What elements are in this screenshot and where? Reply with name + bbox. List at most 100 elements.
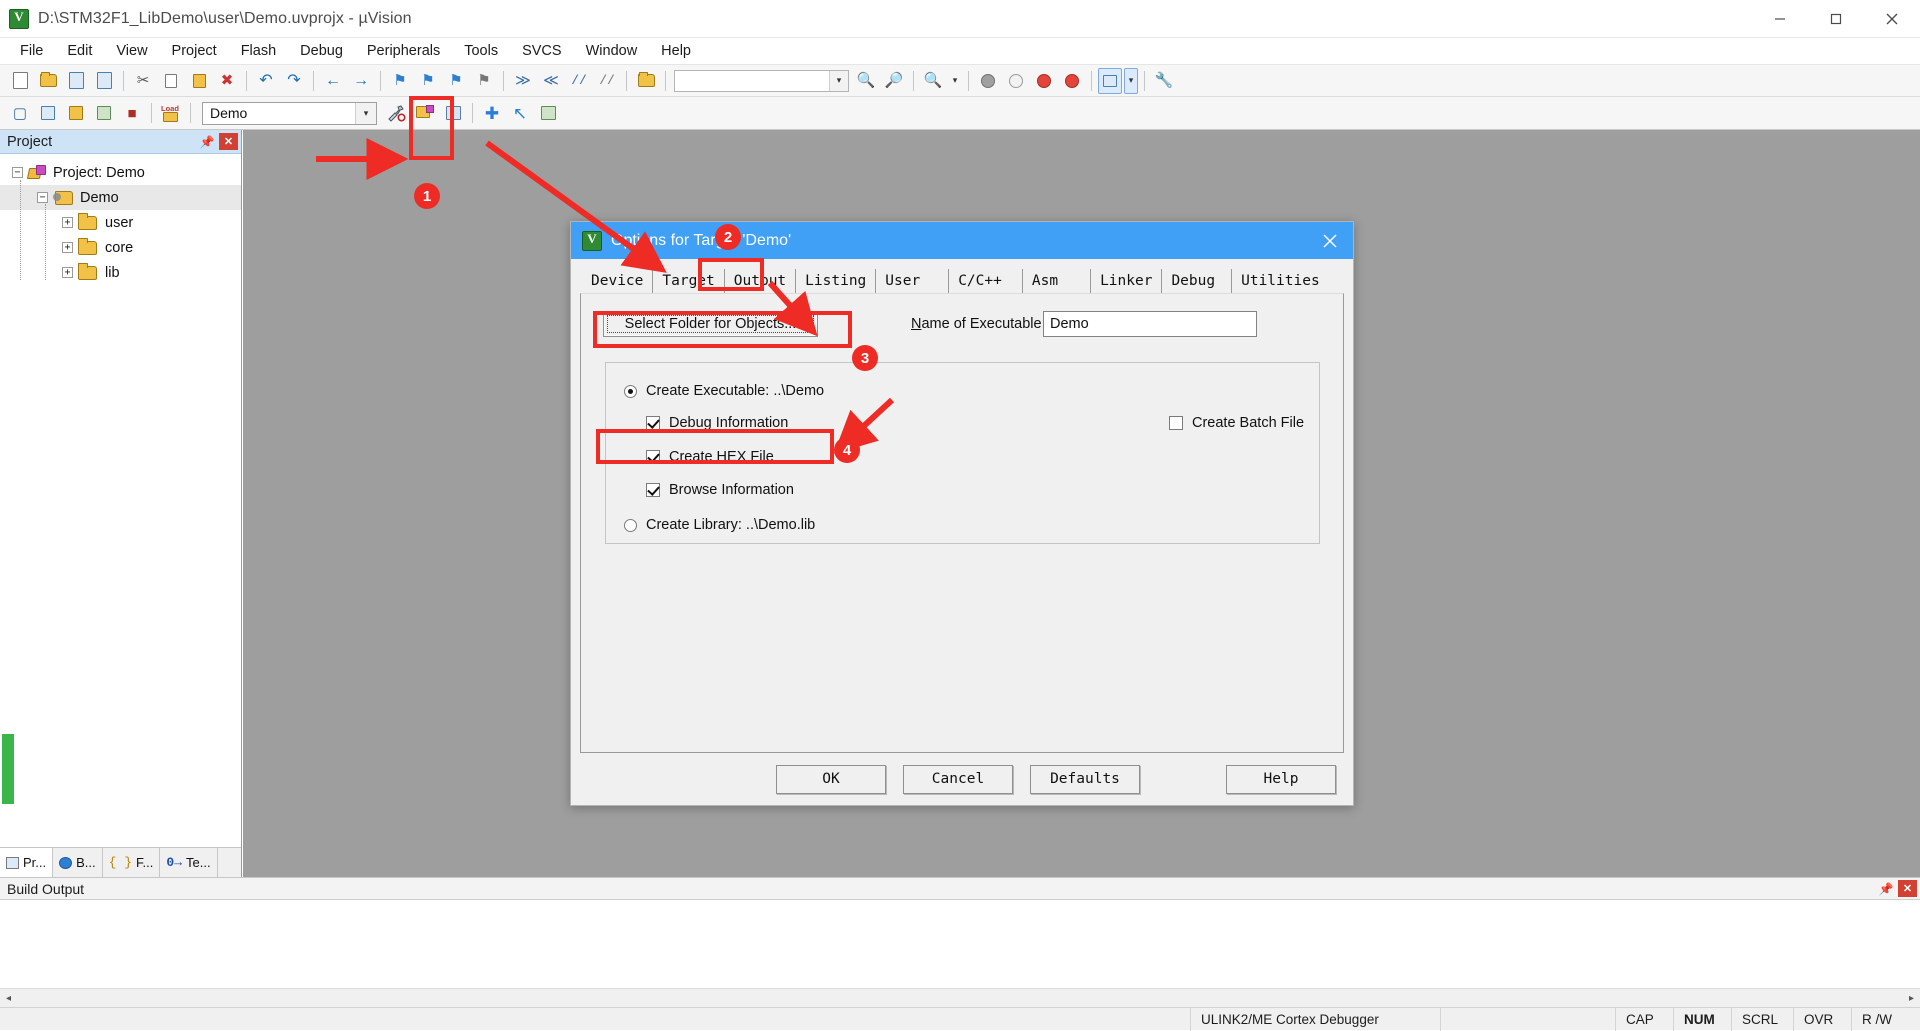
menu-view[interactable]: View: [104, 40, 159, 62]
manage-run-time-env-icon[interactable]: [440, 100, 466, 126]
indent-icon[interactable]: ≫: [510, 68, 536, 94]
dialog-close-button[interactable]: [1307, 222, 1353, 259]
configure-icon[interactable]: 🔧: [1151, 68, 1177, 94]
tab-asm[interactable]: Asm: [1022, 269, 1092, 294]
maximize-button[interactable]: [1808, 0, 1864, 38]
redo-icon[interactable]: ↷: [281, 68, 307, 94]
move-up-icon[interactable]: ↖: [507, 100, 533, 126]
batch-build-icon[interactable]: [91, 100, 117, 126]
translate-file-icon[interactable]: ▢: [7, 100, 33, 126]
navigate-forward-icon[interactable]: →: [348, 68, 374, 94]
rebuild-all-icon[interactable]: [63, 100, 89, 126]
defaults-button[interactable]: Defaults: [1030, 764, 1140, 794]
tree-node-group-user[interactable]: + user: [0, 210, 241, 235]
menu-tools[interactable]: Tools: [452, 40, 510, 62]
open-folder-icon[interactable]: [633, 68, 659, 94]
tab-project[interactable]: Pr...: [0, 848, 54, 877]
close-icon[interactable]: ✕: [1898, 880, 1917, 897]
tree-expander-icon[interactable]: +: [62, 242, 73, 253]
breakpoint-remove-icon[interactable]: [1003, 68, 1029, 94]
breakpoint-kill-all-icon[interactable]: [1059, 68, 1085, 94]
bookmark-clear-icon[interactable]: ⚑: [471, 68, 497, 94]
select-folder-for-objects-button[interactable]: Select Folder for Objects...: [603, 311, 818, 337]
download-to-flash-icon[interactable]: Load: [158, 100, 184, 126]
new-file-icon[interactable]: [7, 68, 33, 94]
bookmark-toggle-icon[interactable]: ⚑: [387, 68, 413, 94]
build-output-hscrollbar[interactable]: ◂ ▸: [0, 988, 1920, 1007]
create-hex-file-checkbox[interactable]: Create HEX File: [646, 449, 774, 465]
name-of-executable-input[interactable]: Demo: [1043, 311, 1257, 337]
save-all-icon[interactable]: [91, 68, 117, 94]
find-combo[interactable]: ▾: [674, 69, 849, 92]
tree-node-target[interactable]: − Demo: [0, 185, 241, 210]
delete-icon[interactable]: ✖: [214, 68, 240, 94]
close-icon[interactable]: ✕: [219, 133, 238, 150]
create-executable-radio[interactable]: Create Executable: ..\Demo: [624, 383, 824, 399]
tree-expander-icon[interactable]: −: [12, 167, 23, 178]
tree-expander-icon[interactable]: −: [37, 192, 48, 203]
tab-debug[interactable]: Debug: [1162, 269, 1233, 294]
window-layout-icon[interactable]: [1098, 67, 1122, 94]
breakpoint-insert-icon[interactable]: [975, 68, 1001, 94]
minimize-button[interactable]: [1752, 0, 1808, 38]
bookmark-next-icon[interactable]: ⚑: [443, 68, 469, 94]
build-target-icon[interactable]: [35, 100, 61, 126]
chevron-down-icon[interactable]: ▾: [829, 70, 848, 91]
tab-linker[interactable]: Linker: [1091, 269, 1163, 294]
project-panel-scrollbar-thumb[interactable]: [2, 734, 14, 804]
tree-node-group-core[interactable]: + core: [0, 235, 241, 260]
menu-flash[interactable]: Flash: [229, 40, 288, 62]
cut-icon[interactable]: ✂: [130, 68, 156, 94]
tab-listing[interactable]: Listing: [796, 269, 877, 294]
close-button[interactable]: [1864, 0, 1920, 38]
menu-edit[interactable]: Edit: [55, 40, 104, 62]
paste-icon[interactable]: [186, 68, 212, 94]
menu-peripherals[interactable]: Peripherals: [355, 40, 452, 62]
save-icon[interactable]: [63, 68, 89, 94]
pin-icon[interactable]: 📌: [1876, 879, 1896, 898]
comment-icon[interactable]: //: [566, 68, 592, 94]
menu-file[interactable]: File: [8, 40, 55, 62]
pin-icon[interactable]: 📌: [197, 132, 217, 151]
help-button[interactable]: Help: [1226, 764, 1336, 794]
navigate-back-icon[interactable]: ←: [320, 68, 346, 94]
uncomment-icon[interactable]: //: [594, 68, 620, 94]
undo-icon[interactable]: ↶: [253, 68, 279, 94]
tree-node-group-lib[interactable]: + lib: [0, 260, 241, 285]
scroll-left-icon[interactable]: ◂: [0, 993, 17, 1004]
find-in-files-icon[interactable]: 🔍: [853, 68, 879, 94]
stop-build-icon[interactable]: ■: [119, 100, 145, 126]
tab-utilities[interactable]: Utilities: [1232, 269, 1329, 294]
tab-templates[interactable]: 0→ Te...: [160, 848, 218, 877]
tab-cpp[interactable]: C/C++: [949, 269, 1023, 294]
project-tree[interactable]: − Project: Demo − Demo + user + core + l…: [0, 154, 241, 847]
tree-node-project[interactable]: − Project: Demo: [0, 160, 241, 185]
open-file-icon[interactable]: [35, 68, 61, 94]
package-installer-icon[interactable]: [535, 100, 561, 126]
breakpoint-disable-icon[interactable]: [1031, 68, 1057, 94]
tab-target[interactable]: Target: [653, 269, 725, 294]
create-batch-file-checkbox[interactable]: Create Batch File: [1169, 415, 1304, 431]
menu-debug[interactable]: Debug: [288, 40, 355, 62]
copy-icon[interactable]: [158, 68, 184, 94]
menu-svcs[interactable]: SVCS: [510, 40, 574, 62]
incremental-find-icon[interactable]: 🔎: [881, 68, 907, 94]
menu-window[interactable]: Window: [574, 40, 650, 62]
tab-device[interactable]: Device: [582, 269, 654, 294]
debug-information-checkbox[interactable]: Debug Information: [646, 415, 788, 431]
menu-project[interactable]: Project: [160, 40, 229, 62]
tab-user[interactable]: User: [876, 269, 950, 294]
window-layout-dropdown-icon[interactable]: ▾: [1124, 67, 1138, 94]
scroll-right-icon[interactable]: ▸: [1903, 993, 1920, 1004]
tab-books[interactable]: B...: [53, 848, 103, 877]
tree-expander-icon[interactable]: +: [62, 217, 73, 228]
insert-icon[interactable]: ✚: [479, 100, 505, 126]
browse-search-icon[interactable]: 🔍: [920, 68, 946, 94]
browse-dropdown-icon[interactable]: ▾: [948, 68, 962, 94]
cancel-button[interactable]: Cancel: [903, 764, 1013, 794]
create-library-radio[interactable]: Create Library: ..\Demo.lib: [624, 517, 815, 533]
chevron-down-icon[interactable]: ▾: [355, 102, 376, 124]
options-for-target-toolbar-button[interactable]: [382, 100, 410, 126]
manage-project-items-icon[interactable]: [412, 100, 438, 126]
browse-information-checkbox[interactable]: Browse Information: [646, 482, 794, 498]
